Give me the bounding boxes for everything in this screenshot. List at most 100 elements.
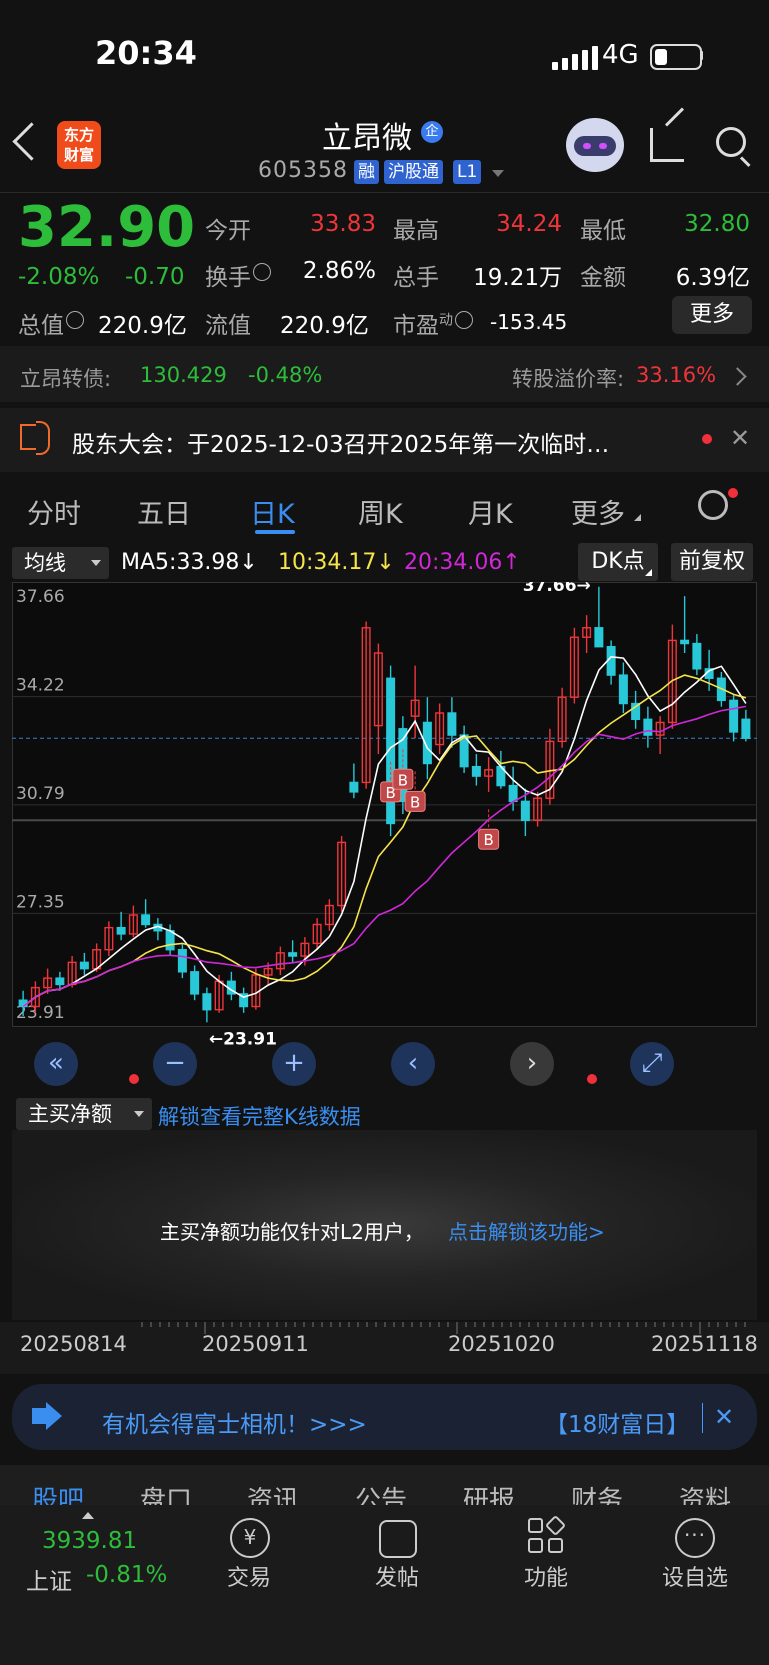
subtab-profile[interactable]: 资料 bbox=[679, 1480, 731, 1505]
header-divider bbox=[0, 192, 769, 193]
kline-chart[interactable]: 37.6634.2230.7927.3523.9137.66→←23.91BBB… bbox=[12, 582, 757, 1092]
subtab-announcements[interactable]: 公告 bbox=[355, 1480, 407, 1505]
indicator-value: 均线 bbox=[24, 551, 66, 575]
candle-body bbox=[680, 639, 690, 645]
open-value: 33.83 bbox=[310, 211, 376, 237]
y-tick-label: 30.79 bbox=[16, 784, 65, 804]
unlock-kline-link[interactable]: 解锁查看完整K线数据 bbox=[158, 1101, 361, 1131]
next-button[interactable]: › bbox=[510, 1042, 554, 1086]
banner-tag: 【18财富日】 bbox=[545, 1412, 690, 1438]
lower-indicator-select[interactable]: 主买净额 bbox=[16, 1098, 152, 1130]
y-tick-label: 34.22 bbox=[16, 676, 65, 696]
close-icon[interactable]: ✕ bbox=[730, 424, 750, 452]
search-handle bbox=[739, 156, 751, 168]
prev-button[interactable]: ‹ bbox=[391, 1042, 435, 1086]
banner-close-icon[interactable]: ✕ bbox=[714, 1403, 734, 1431]
battery-cap bbox=[700, 51, 703, 60]
chevron-down-icon[interactable] bbox=[492, 170, 504, 177]
signal-icon bbox=[552, 46, 598, 70]
grid-icon[interactable] bbox=[528, 1514, 567, 1556]
enterprise-badge: 企 bbox=[421, 121, 443, 143]
cb-change: -0.48% bbox=[248, 363, 323, 387]
tab-intraday[interactable]: 分时 bbox=[27, 492, 81, 531]
buy-marker-label: B bbox=[410, 793, 420, 811]
candle-body bbox=[141, 914, 151, 926]
candle-body bbox=[508, 784, 518, 803]
post-icon[interactable] bbox=[379, 1520, 417, 1558]
candle-body bbox=[594, 627, 604, 648]
search-icon[interactable] bbox=[716, 127, 746, 157]
nav-trade[interactable]: 交易 bbox=[204, 1560, 294, 1592]
subtab-forum[interactable]: 股吧 bbox=[32, 1480, 84, 1505]
adjust-button[interactable]: 前复权 bbox=[671, 543, 753, 581]
zoom-in-button[interactable]: + bbox=[272, 1042, 316, 1086]
high-value: 34.24 bbox=[496, 211, 562, 237]
tab-five-day[interactable]: 五日 bbox=[137, 492, 191, 531]
share-icon[interactable] bbox=[650, 128, 684, 162]
index-expand-icon[interactable] bbox=[82, 1512, 94, 1519]
turnover-label: 换手 bbox=[205, 258, 271, 292]
candle-body bbox=[177, 949, 187, 973]
megaphone-icon bbox=[32, 1408, 46, 1424]
cb-name: 立昂转债: bbox=[20, 367, 112, 391]
tab-daily-k[interactable]: 日K bbox=[250, 492, 295, 531]
low-value: 32.80 bbox=[684, 211, 750, 237]
index-change: -0.81% bbox=[86, 1562, 168, 1588]
more-button[interactable]: 更多 bbox=[672, 296, 752, 334]
notice-unread-dot bbox=[702, 434, 712, 444]
banner-text[interactable]: 有机会得富士相机！>>> bbox=[102, 1405, 367, 1439]
float-value: 220.9亿 bbox=[280, 313, 369, 339]
candle-body bbox=[190, 971, 200, 995]
subtab-orderbook[interactable]: 盘口 bbox=[140, 1480, 192, 1505]
cb-price: 130.429 bbox=[140, 363, 227, 387]
more-dots-icon[interactable]: ··· bbox=[675, 1518, 715, 1558]
active-tab-indicator bbox=[255, 530, 295, 534]
logo-line2: 财富 bbox=[63, 146, 94, 164]
speaker-wave bbox=[36, 421, 50, 455]
assistant-avatar[interactable] bbox=[566, 118, 624, 172]
nav-red-dot-left bbox=[129, 1074, 139, 1084]
current-price: 32.90 bbox=[18, 195, 196, 260]
gear-icon[interactable] bbox=[698, 490, 728, 520]
candle-body bbox=[349, 781, 359, 793]
l2-message: 主买净额功能仅针对L2用户， bbox=[160, 1220, 424, 1244]
candle-body bbox=[165, 930, 175, 951]
tab-weekly-k[interactable]: 周K bbox=[358, 492, 403, 531]
network-type: 4G bbox=[602, 40, 639, 70]
buy-marker-label: B bbox=[483, 831, 493, 849]
fullscreen-button[interactable]: ⤢ bbox=[630, 1042, 674, 1086]
mktcap-value: 220.9亿 bbox=[98, 313, 187, 339]
first-button[interactable]: « bbox=[34, 1042, 78, 1086]
nav-functions[interactable]: 功能 bbox=[501, 1560, 591, 1592]
candle-body bbox=[79, 961, 89, 970]
tab-monthly-k[interactable]: 月K bbox=[468, 492, 513, 531]
status-time: 20:34 bbox=[95, 34, 197, 72]
candle-body bbox=[643, 718, 653, 736]
indicator-select[interactable]: 均线 bbox=[12, 547, 109, 579]
candle-body bbox=[606, 646, 616, 676]
speaker-icon bbox=[20, 424, 36, 450]
index-name: 上证 bbox=[26, 1569, 72, 1595]
tag-connect: 沪股通 bbox=[384, 160, 443, 184]
settings-badge bbox=[728, 488, 738, 498]
subtab-research[interactable]: 研报 bbox=[463, 1480, 515, 1505]
nav-post[interactable]: 发帖 bbox=[352, 1560, 442, 1592]
share-arrow bbox=[664, 107, 685, 127]
banner-divider bbox=[702, 1403, 703, 1433]
amount-value: 6.39亿 bbox=[675, 265, 750, 291]
candle-body bbox=[741, 718, 751, 739]
nav-watchlist[interactable]: 设自选 bbox=[650, 1560, 740, 1592]
tab-more[interactable]: 更多 bbox=[571, 492, 625, 531]
index-value[interactable]: 3939.81 bbox=[42, 1528, 137, 1554]
trade-icon[interactable]: ¥ bbox=[230, 1518, 270, 1558]
zoom-out-button[interactable]: − bbox=[153, 1042, 197, 1086]
tag-margin: 融 bbox=[354, 160, 379, 184]
pe-value: -153.45 bbox=[490, 310, 568, 334]
unlock-feature-link[interactable]: 点击解锁该功能> bbox=[448, 1216, 605, 1245]
back-icon[interactable] bbox=[12, 122, 51, 161]
subtab-financials[interactable]: 财务 bbox=[571, 1480, 623, 1505]
pe-label: 市盈动 bbox=[393, 306, 473, 340]
subtab-news[interactable]: 资讯 bbox=[247, 1480, 299, 1505]
high-label: 最高 bbox=[393, 218, 439, 244]
dk-point-button[interactable]: DK点 bbox=[578, 543, 658, 581]
